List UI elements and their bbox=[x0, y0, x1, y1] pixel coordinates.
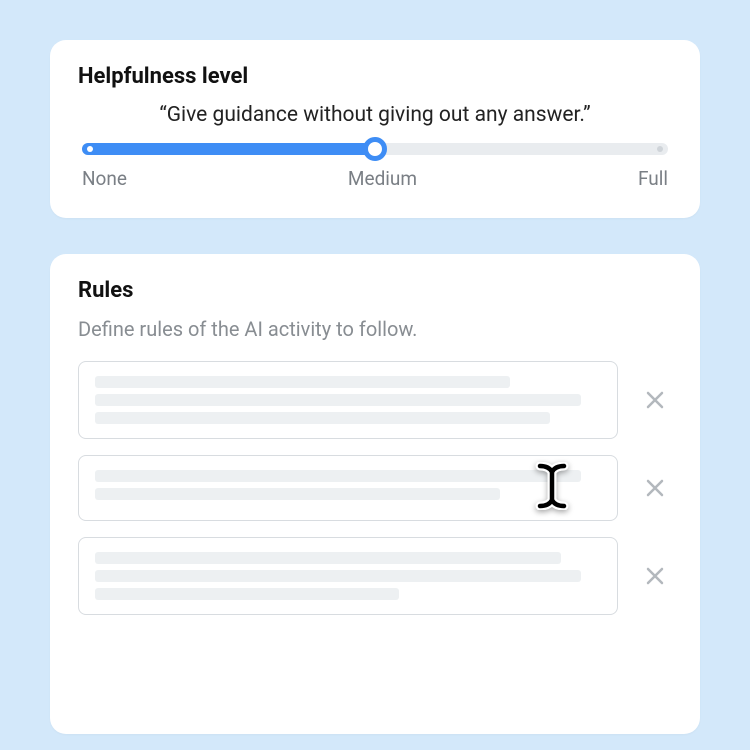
placeholder-line bbox=[95, 552, 561, 564]
rule-row bbox=[78, 455, 672, 521]
remove-rule-button[interactable] bbox=[638, 559, 672, 593]
close-icon bbox=[643, 476, 667, 500]
placeholder-line bbox=[95, 376, 510, 388]
remove-rule-button[interactable] bbox=[638, 471, 672, 505]
slider-labels: None Medium Full bbox=[82, 167, 668, 190]
rules-subtitle: Define rules of the AI activity to follo… bbox=[78, 317, 672, 341]
slider-fill bbox=[82, 143, 375, 155]
close-icon bbox=[643, 564, 667, 588]
close-icon bbox=[643, 388, 667, 412]
placeholder-line bbox=[95, 570, 581, 582]
rule-row bbox=[78, 361, 672, 439]
placeholder-line bbox=[95, 412, 550, 424]
rules-list bbox=[78, 361, 672, 615]
helpfulness-title: Helpfulness level bbox=[78, 64, 672, 89]
slider-label-medium: Medium bbox=[348, 167, 417, 190]
slider-track bbox=[82, 143, 668, 155]
rule-row bbox=[78, 537, 672, 615]
rule-input[interactable] bbox=[78, 361, 618, 439]
slider-handle[interactable] bbox=[363, 137, 387, 161]
rules-title: Rules bbox=[78, 278, 672, 303]
placeholder-line bbox=[95, 470, 581, 482]
placeholder-line bbox=[95, 394, 581, 406]
rules-card: Rules Define rules of the AI activity to… bbox=[50, 254, 700, 734]
placeholder-line bbox=[95, 488, 500, 500]
helpfulness-slider[interactable]: None Medium Full bbox=[78, 143, 672, 190]
rule-input[interactable] bbox=[78, 455, 618, 521]
slider-min-dot bbox=[87, 146, 93, 152]
rule-input[interactable] bbox=[78, 537, 618, 615]
slider-label-none: None bbox=[82, 167, 127, 190]
helpfulness-quote: “Give guidance without giving out any an… bbox=[78, 103, 672, 127]
slider-max-dot bbox=[657, 146, 663, 152]
helpfulness-card: Helpfulness level “Give guidance without… bbox=[50, 40, 700, 218]
remove-rule-button[interactable] bbox=[638, 383, 672, 417]
placeholder-line bbox=[95, 588, 399, 600]
slider-label-full: Full bbox=[638, 167, 668, 190]
